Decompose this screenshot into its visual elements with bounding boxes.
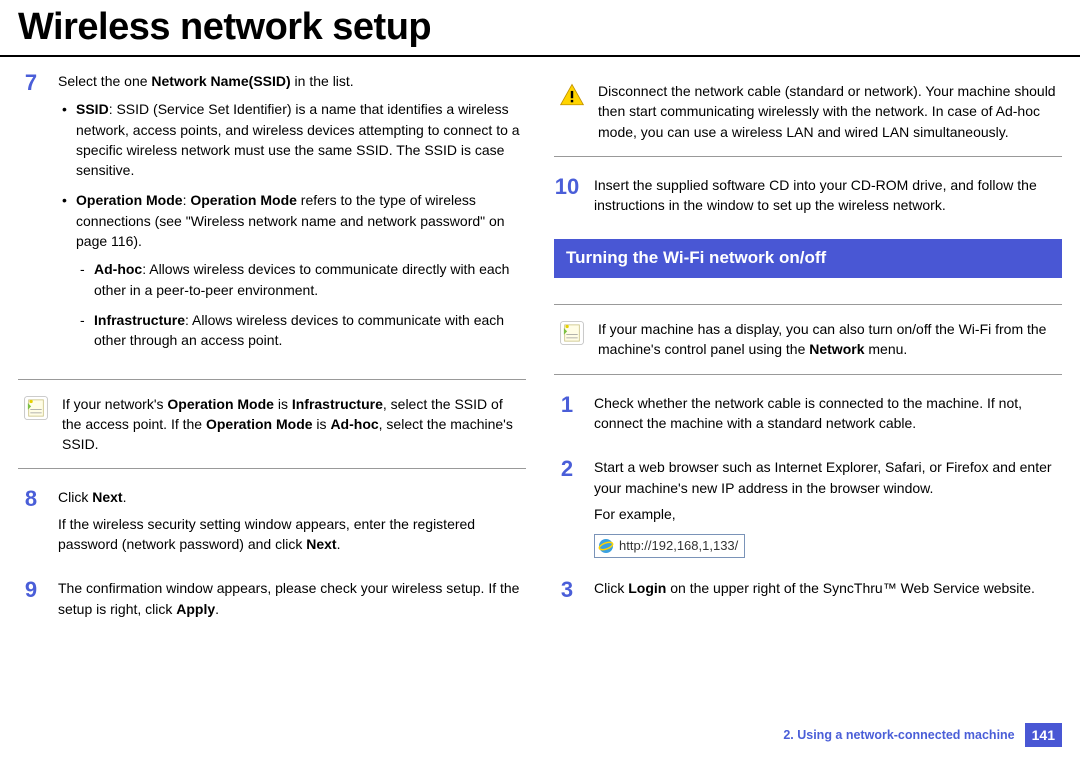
step-body: Select the one Network Name(SSID) in the… bbox=[58, 71, 526, 361]
text: Click bbox=[594, 580, 628, 596]
warning-icon bbox=[558, 81, 586, 109]
text: Start a web browser such as Internet Exp… bbox=[594, 457, 1062, 498]
text: Select the one bbox=[58, 73, 151, 89]
text: . bbox=[215, 601, 219, 617]
text: on the upper right of the SyncThru™ Web … bbox=[666, 580, 1035, 596]
text: Check whether the network cable is conne… bbox=[594, 393, 1062, 434]
bold: Operation Mode bbox=[167, 396, 274, 412]
note-icon bbox=[558, 319, 586, 347]
left-column: 7 Select the one Network Name(SSID) in t… bbox=[18, 71, 526, 643]
text: . bbox=[337, 536, 341, 552]
step-body: Start a web browser such as Internet Exp… bbox=[594, 457, 1062, 559]
text: is bbox=[313, 416, 331, 432]
text: : SSID (Service Set Identifier) is a nam… bbox=[76, 101, 520, 178]
step-number: 7 bbox=[18, 71, 44, 361]
bold: Operation Mode bbox=[190, 192, 297, 208]
page-title: Wireless network setup bbox=[0, 0, 1080, 57]
right-column: Disconnect the network cable (standard o… bbox=[554, 71, 1062, 643]
text: : Allows wireless devices to communicate… bbox=[94, 261, 509, 297]
url-text: http://192,168,1,133/ bbox=[619, 537, 738, 556]
text: The confirmation window appears, please … bbox=[58, 580, 519, 616]
list-item: Operation Mode: Operation Mode refers to… bbox=[58, 190, 526, 350]
text: If your network's bbox=[62, 396, 167, 412]
bold: Operation Mode bbox=[76, 192, 183, 208]
step-number: 1 bbox=[554, 393, 580, 440]
step-7: 7 Select the one Network Name(SSID) in t… bbox=[18, 71, 526, 361]
step-1: 1 Check whether the network cable is con… bbox=[554, 393, 1062, 440]
step-number: 2 bbox=[554, 457, 580, 559]
step-body: Insert the supplied software CD into you… bbox=[594, 175, 1062, 222]
footer-chapter: 2. Using a network-connected machine bbox=[783, 728, 1014, 742]
text: Insert the supplied software CD into you… bbox=[594, 175, 1062, 216]
bold: Infrastructure bbox=[94, 312, 185, 328]
text: For example, bbox=[594, 504, 1062, 524]
step-3: 3 Click Login on the upper right of the … bbox=[554, 578, 1062, 604]
step-body: Check whether the network cable is conne… bbox=[594, 393, 1062, 440]
list-item: SSID: SSID (Service Set Identifier) is a… bbox=[58, 99, 526, 180]
url-bar-example: http://192,168,1,133/ bbox=[594, 534, 745, 558]
note-icon bbox=[22, 394, 50, 422]
note-infrastructure: If your network's Operation Mode is Infr… bbox=[18, 379, 526, 470]
note-body: If your network's Operation Mode is Infr… bbox=[62, 394, 522, 455]
text: is bbox=[274, 396, 292, 412]
step-number: 9 bbox=[18, 578, 44, 625]
list-item: Ad-hoc: Allows wireless devices to commu… bbox=[76, 259, 526, 300]
list-item: Infrastructure: Allows wireless devices … bbox=[76, 310, 526, 351]
step-9: 9 The confirmation window appears, pleas… bbox=[18, 578, 526, 625]
bold: Login bbox=[628, 580, 666, 596]
step-number: 3 bbox=[554, 578, 580, 604]
step-body: The confirmation window appears, please … bbox=[58, 578, 526, 625]
footer-page-number: 141 bbox=[1025, 723, 1062, 747]
note-display: If your machine has a display, you can a… bbox=[554, 304, 1062, 375]
bold: Network Name(SSID) bbox=[151, 73, 290, 89]
text: in the list. bbox=[291, 73, 354, 89]
step-body: Click Next. If the wireless security set… bbox=[58, 487, 526, 560]
step-number: 10 bbox=[554, 175, 580, 222]
bold: Operation Mode bbox=[206, 416, 313, 432]
step-2: 2 Start a web browser such as Internet E… bbox=[554, 457, 1062, 559]
note-body: If your machine has a display, you can a… bbox=[598, 319, 1058, 360]
step-10: 10 Insert the supplied software CD into … bbox=[554, 175, 1062, 222]
ie-icon bbox=[598, 538, 614, 554]
content-columns: 7 Select the one Network Name(SSID) in t… bbox=[0, 57, 1080, 643]
bold: Ad-hoc bbox=[94, 261, 142, 277]
step-8: 8 Click Next. If the wireless security s… bbox=[18, 487, 526, 560]
bold: Next bbox=[306, 536, 336, 552]
text: . bbox=[123, 489, 127, 505]
text: Click bbox=[58, 489, 92, 505]
bold: Apply bbox=[176, 601, 215, 617]
bold: SSID bbox=[76, 101, 109, 117]
bold: Next bbox=[92, 489, 122, 505]
section-wifi-onoff: Turning the Wi-Fi network on/off bbox=[554, 239, 1062, 278]
page-footer: 2. Using a network-connected machine 141 bbox=[783, 723, 1062, 747]
step-body: Click Login on the upper right of the Sy… bbox=[594, 578, 1062, 604]
bold: Ad-hoc bbox=[330, 416, 378, 432]
step-number: 8 bbox=[18, 487, 44, 560]
note-body: Disconnect the network cable (standard o… bbox=[598, 81, 1058, 142]
warning-disconnect: Disconnect the network cable (standard o… bbox=[554, 81, 1062, 157]
text: menu. bbox=[864, 341, 907, 357]
bold: Network bbox=[809, 341, 864, 357]
bold: Infrastructure bbox=[292, 396, 383, 412]
text: If the wireless security setting window … bbox=[58, 516, 475, 552]
